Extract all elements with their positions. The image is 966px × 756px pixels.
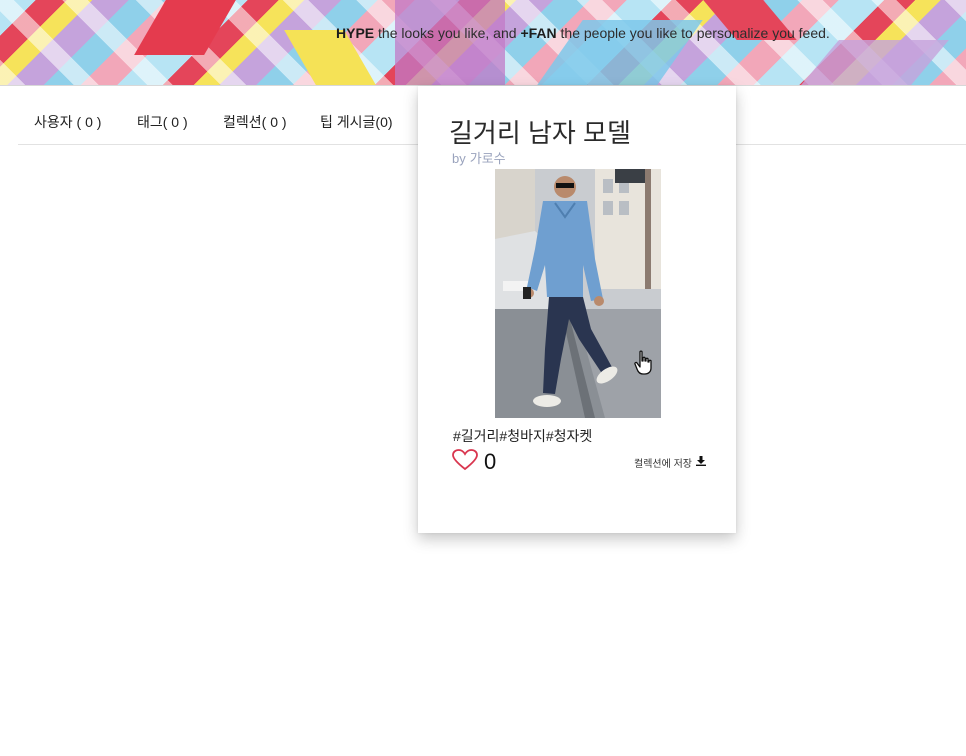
post-hashtags[interactable]: #길거리#청바지#청자켓: [453, 426, 592, 446]
author-link[interactable]: 가로수: [470, 151, 506, 166]
hype-keyword: HYPE: [336, 25, 375, 41]
fan-keyword: +FAN: [520, 25, 557, 41]
save-label: 컬렉션에 저장: [634, 459, 692, 470]
like-control: 0: [452, 448, 496, 476]
tab-users[interactable]: 사용자 ( 0 ): [34, 112, 101, 132]
header-banner: HYPE the looks you like, and +FAN the pe…: [0, 0, 966, 86]
tab-collections[interactable]: 컬렉션( 0 ): [223, 112, 287, 132]
post-card[interactable]: 길거리 남자 모델 by 가로수 #길거리#청바지#청자켓 0 컬렉션에 저장: [418, 86, 736, 533]
like-count: 0: [484, 449, 497, 474]
save-to-collection-button[interactable]: 컬렉션에 저장: [634, 455, 706, 470]
post-author: by 가로수: [452, 148, 506, 167]
tagline-text-1: the looks you like, and: [374, 25, 521, 41]
download-icon: [692, 456, 706, 469]
hand-pointer-cursor-icon: [633, 350, 655, 380]
post-title: 길거리 남자 모델: [449, 118, 631, 148]
banner-tagline: HYPE the looks you like, and +FAN the pe…: [336, 25, 830, 41]
author-prefix: by: [452, 151, 466, 166]
heart-outline-icon[interactable]: [452, 449, 478, 475]
tab-tags[interactable]: 태그( 0 ): [137, 112, 188, 132]
tagline-text-2: the people you like to personalize you f…: [556, 25, 830, 41]
man-walking-photo[interactable]: [495, 169, 661, 418]
tab-tip-posts[interactable]: 팁 게시글(0): [320, 112, 393, 132]
